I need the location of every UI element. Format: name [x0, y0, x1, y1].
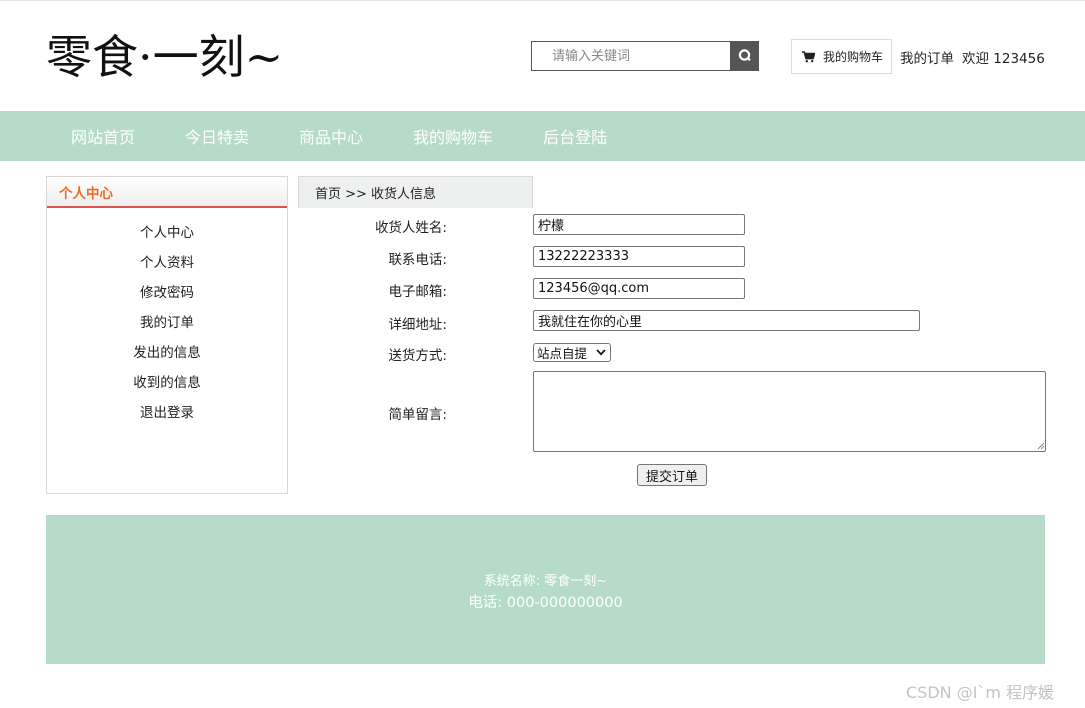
name-field[interactable]	[533, 214, 745, 235]
phone-field[interactable]	[533, 246, 745, 267]
submit-order-button[interactable]: 提交订单	[637, 464, 707, 486]
sidebar-title: 个人中心	[47, 177, 287, 208]
breadcrumb: 首页 >> 收货人信息	[298, 176, 533, 208]
nav-item-cart[interactable]: 我的购物车	[413, 124, 493, 148]
address-label: 详细地址:	[388, 317, 447, 333]
delivery-selected-value: 站点自提	[537, 346, 588, 361]
footer: 系统名称: 零食一刻~ 电话: 000-000000000	[46, 515, 1045, 664]
sidebar-item-profile[interactable]: 个人资料	[47, 248, 287, 278]
sidebar-item-personal-center[interactable]: 个人中心	[47, 218, 287, 248]
cart-label: 我的购物车	[823, 50, 884, 64]
nav-item-home[interactable]: 网站首页	[71, 124, 135, 148]
sidebar-item-received-messages[interactable]: 收到的信息	[47, 368, 287, 398]
sidebar: 个人中心 个人中心 个人资料 修改密码 我的订单 发出的信息 收到的信息 退出登…	[46, 176, 288, 494]
welcome-text: 欢迎 123456	[962, 51, 1045, 67]
chevron-down-icon	[596, 349, 606, 356]
phone-label: 联系电话:	[388, 252, 447, 268]
email-label: 电子邮箱:	[388, 284, 447, 300]
sidebar-item-logout[interactable]: 退出登录	[47, 398, 287, 428]
sidebar-item-sent-messages[interactable]: 发出的信息	[47, 338, 287, 368]
footer-phone: 电话: 000-000000000	[468, 595, 623, 611]
message-label: 简单留言:	[388, 407, 447, 423]
top-rule	[0, 0, 1085, 1]
search-icon	[738, 49, 751, 61]
nav-item-admin-login[interactable]: 后台登陆	[543, 124, 607, 148]
delivery-select[interactable]: 站点自提	[533, 343, 611, 362]
sidebar-item-my-orders[interactable]: 我的订单	[47, 308, 287, 338]
email-field[interactable]	[533, 278, 745, 299]
watermark: CSDN @I`m 程序媛	[906, 683, 1055, 702]
address-field[interactable]	[533, 310, 920, 331]
footer-system-name: 系统名称: 零食一刻~	[483, 574, 608, 589]
site-logo[interactable]: 零食·一刻~	[46, 26, 283, 88]
main-nav: 网站首页 今日特卖 商品中心 我的购物车 后台登陆	[0, 111, 1085, 161]
sidebar-menu: 个人中心 个人资料 修改密码 我的订单 发出的信息 收到的信息 退出登录	[47, 208, 287, 428]
nav-item-products[interactable]: 商品中心	[299, 124, 363, 148]
sidebar-item-change-password[interactable]: 修改密码	[47, 278, 287, 308]
resize-grip-icon[interactable]	[1036, 441, 1045, 450]
search-box	[531, 41, 759, 71]
delivery-label: 送货方式:	[388, 348, 447, 364]
message-textarea[interactable]	[533, 371, 1046, 452]
search-button[interactable]	[730, 41, 759, 71]
my-orders-link[interactable]: 我的订单	[900, 47, 954, 67]
cart-button[interactable]: 我的购物车	[791, 39, 892, 74]
name-label: 收货人姓名:	[374, 220, 447, 236]
search-input[interactable]	[532, 42, 730, 70]
nav-item-today-sale[interactable]: 今日特卖	[185, 124, 249, 148]
user-links: 我的订单 欢迎 123456	[900, 47, 1045, 67]
cart-icon	[802, 50, 815, 62]
